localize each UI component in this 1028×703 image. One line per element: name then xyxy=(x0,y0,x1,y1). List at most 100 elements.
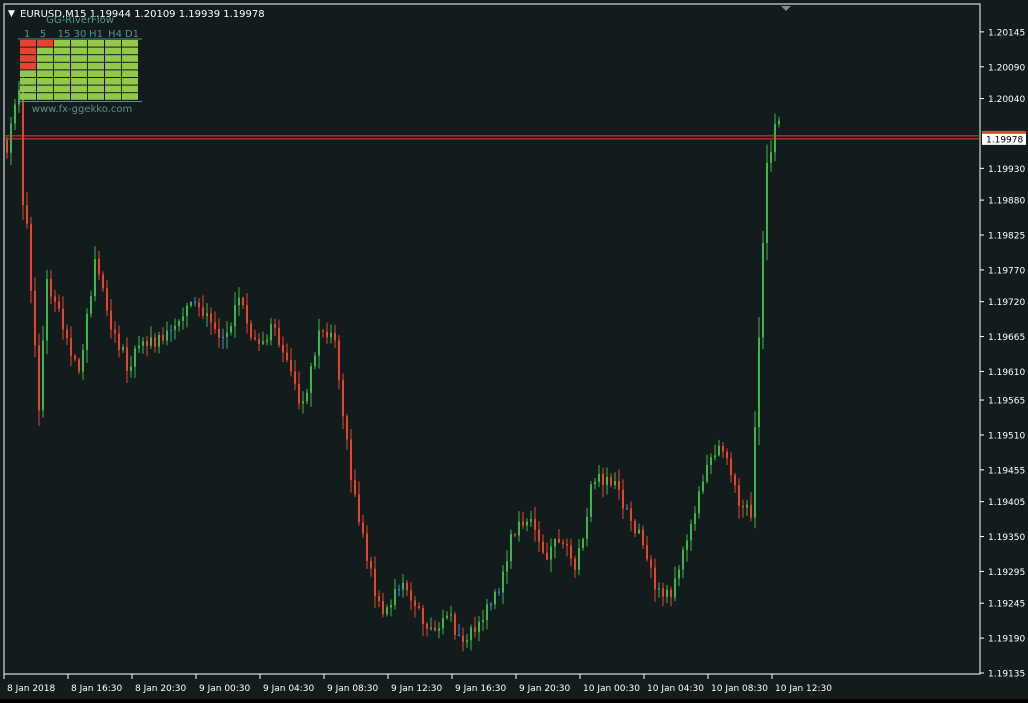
candle-body xyxy=(242,297,244,306)
indicator-signal-cell xyxy=(20,40,36,47)
candle-body xyxy=(250,323,252,338)
candle-body xyxy=(254,337,256,340)
indicator-signal-cell xyxy=(88,40,104,47)
candle-body xyxy=(258,339,260,344)
indicator-timeframe-label: H4 xyxy=(108,29,122,40)
candle-body xyxy=(414,600,416,606)
candle-body xyxy=(362,522,364,534)
indicator-signal-cell xyxy=(88,85,104,93)
collapse-arrow-icon[interactable]: ▼ xyxy=(8,9,15,19)
candle-body xyxy=(734,475,736,486)
candle-body xyxy=(622,489,624,509)
candle-body xyxy=(606,476,608,486)
candle-body xyxy=(478,621,480,632)
candle-body xyxy=(582,538,584,548)
indicator-website: www.fx-ggekko.com xyxy=(32,104,132,115)
candle-body xyxy=(230,326,232,333)
candle-body xyxy=(746,504,748,508)
candle-body xyxy=(18,89,20,105)
indicator-timeframe-label: 1 xyxy=(24,29,30,40)
chart-window[interactable]: 1.19978 1.20145 1.20090 1.20040 1.19930 1.19… xyxy=(0,0,1028,699)
candle-body xyxy=(626,508,628,510)
candle-body xyxy=(394,589,396,606)
indicator-signal-cell xyxy=(54,47,70,55)
candle-body xyxy=(710,457,712,465)
time-tick-label: 9 Jan 20:30 xyxy=(519,684,571,694)
candle-body xyxy=(86,313,88,350)
candle-body xyxy=(318,330,320,356)
price-tick-label: 1.19930 xyxy=(988,165,1025,175)
indicator-signal-cell xyxy=(54,85,70,93)
indicator-signal-cell xyxy=(88,62,104,70)
candle-body xyxy=(202,307,204,316)
indicator-name: GG-RiverFlow xyxy=(46,15,114,26)
indicator-signal-cell xyxy=(122,85,138,93)
candle-body xyxy=(42,340,44,411)
candle-body xyxy=(342,380,344,417)
candle-body xyxy=(554,538,556,547)
indicator-signal-cell xyxy=(122,47,138,55)
candle-body xyxy=(778,120,780,125)
price-tick-label: 1.19135 xyxy=(988,670,1025,680)
indicator-signal-cell xyxy=(88,70,104,77)
price-tick-label: 1.19405 xyxy=(988,498,1025,508)
candle-body xyxy=(354,480,356,495)
candle-body xyxy=(78,359,80,372)
candle-body xyxy=(462,635,464,643)
candle-body xyxy=(466,640,468,643)
candle-body xyxy=(102,274,104,289)
indicator-signal-cell xyxy=(54,55,70,62)
candle-body xyxy=(214,322,216,329)
candle-body xyxy=(422,607,424,624)
candle-body xyxy=(442,618,444,629)
candle-body xyxy=(226,332,228,337)
time-tick-label: 9 Jan 00:30 xyxy=(199,684,251,694)
indicator-signal-cell xyxy=(71,85,87,93)
candle-body xyxy=(742,505,744,508)
candle-body xyxy=(670,589,672,598)
candle-body xyxy=(574,558,576,570)
candle-body xyxy=(470,627,472,641)
candle-body xyxy=(206,313,208,316)
indicator-signal-cell xyxy=(71,70,87,77)
indicator-signal-cell xyxy=(122,70,138,77)
price-tick-label: 1.19295 xyxy=(988,568,1025,578)
candle-body xyxy=(558,538,560,543)
indicator-timeframe-label: 5 xyxy=(40,29,46,40)
candle-body xyxy=(690,524,692,541)
price-tick-label: 1.19565 xyxy=(988,397,1025,407)
candle-body xyxy=(586,516,588,539)
current-price-label: 1.19978 xyxy=(986,135,1023,145)
price-chart[interactable]: 1.19978 1.20145 1.20090 1.20040 1.19930 1.19… xyxy=(0,0,1028,699)
candle-body xyxy=(326,331,328,338)
candle-body xyxy=(490,604,492,606)
candle-body xyxy=(114,329,116,334)
candle-body xyxy=(138,345,140,349)
candle-body xyxy=(402,582,404,590)
indicator-signal-cell xyxy=(88,78,104,85)
candle-body xyxy=(90,296,92,314)
candle-body xyxy=(302,401,304,404)
candle-body xyxy=(698,491,700,514)
time-tick-label: 10 Jan 08:30 xyxy=(711,684,768,694)
indicator-signal-cell xyxy=(71,40,87,47)
indicator-signal-cell xyxy=(37,40,53,47)
candle-body xyxy=(570,545,572,559)
candle-body xyxy=(714,455,716,458)
price-tick-label: 1.19665 xyxy=(988,333,1025,343)
indicator-signal-cell xyxy=(20,93,36,100)
indicator-signal-cell xyxy=(88,93,104,100)
candle-body xyxy=(706,464,708,482)
candle-body xyxy=(166,330,168,341)
time-tick-label: 8 Jan 20:30 xyxy=(135,684,187,694)
price-tick-label: 1.19510 xyxy=(988,431,1025,441)
candle-body xyxy=(278,327,280,346)
candle-body xyxy=(14,104,16,124)
candle-body xyxy=(542,541,544,553)
indicator-signal-cell xyxy=(37,47,53,55)
indicator-signal-cell xyxy=(122,62,138,70)
candle-body xyxy=(686,540,688,550)
candle-body xyxy=(130,366,132,371)
indicator-signal-cell xyxy=(54,40,70,47)
indicator-signal-cell xyxy=(71,93,87,100)
